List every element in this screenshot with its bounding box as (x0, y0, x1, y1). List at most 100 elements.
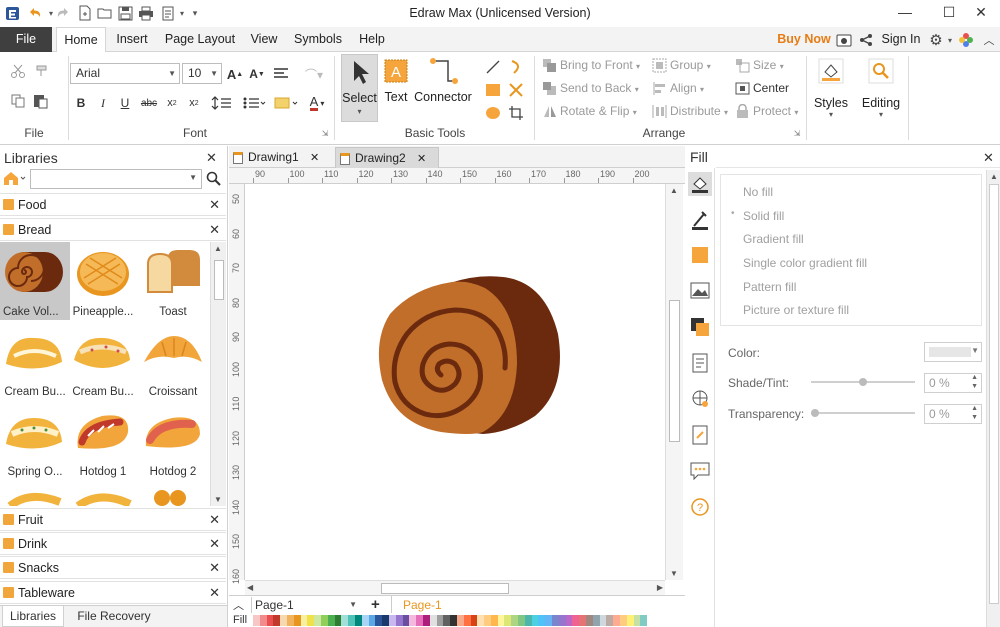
protect-button[interactable]: Protect ▾ (753, 104, 798, 118)
search-icon[interactable] (206, 171, 222, 187)
close-category-icon[interactable]: ✕ (209, 536, 220, 552)
library-scrollbar[interactable]: ▲ ▼ (210, 242, 226, 506)
spin-arrows-icon[interactable]: ▲ ▼ (971, 404, 978, 422)
close-category-icon[interactable]: ✕ (209, 512, 220, 528)
color-swatch[interactable] (613, 615, 621, 626)
page-selector[interactable]: Page-1 ▼ (251, 597, 361, 613)
tab-help[interactable]: Help (354, 27, 390, 52)
align-button[interactable]: Align ▾ (670, 81, 704, 95)
attachment-icon[interactable] (689, 424, 711, 446)
radio-selected-dot-icon[interactable]: • (731, 208, 735, 219)
shape-hotdog-1[interactable]: Hotdog 1 (68, 402, 138, 480)
tab-insert[interactable]: Insert (110, 27, 154, 52)
color-swatch[interactable] (382, 615, 389, 626)
tab-view[interactable]: View (246, 27, 282, 52)
color-swatch[interactable] (592, 615, 600, 626)
color-swatch[interactable] (422, 615, 430, 626)
collapse-ribbon-icon[interactable]: ︿ (980, 31, 998, 49)
select-button[interactable]: Select ▾ (341, 54, 378, 122)
layers-icon[interactable] (689, 316, 711, 338)
bold-icon[interactable]: B (73, 94, 89, 112)
library-category-bread[interactable]: Bread ✕ (0, 218, 226, 241)
editing-button[interactable]: Editing ▾ (858, 56, 904, 134)
color-swatch[interactable] (395, 615, 403, 626)
text-tool-button[interactable]: A Text (380, 54, 412, 114)
line-spacing-icon[interactable]: ⌒▾ (300, 64, 328, 84)
color-swatch[interactable] (579, 615, 587, 626)
shape-pineapple-bun[interactable]: Pineapple... (68, 242, 138, 320)
size-icon[interactable] (734, 57, 750, 73)
color-swatch[interactable] (327, 615, 335, 626)
document-tab-drawing1[interactable]: Drawing1 ✕ (233, 147, 333, 168)
fill-panel-scrollbar[interactable]: ▲ (986, 170, 1000, 627)
tab-symbols[interactable]: Symbols (290, 27, 346, 52)
paste-icon[interactable] (30, 92, 52, 110)
distribute-button[interactable]: Distribute ▾ (670, 104, 728, 118)
copy-icon[interactable] (8, 92, 28, 110)
font-dialog-launcher-icon[interactable]: ⇲ (320, 128, 330, 138)
color-swatch[interactable] (640, 615, 648, 626)
color-swatch[interactable] (545, 615, 553, 626)
shade-tint-spinbox[interactable]: 0 % ▲ ▼ (924, 373, 982, 393)
close-category-icon[interactable]: ✕ (209, 222, 220, 238)
connector-button[interactable]: Connector (414, 54, 472, 114)
document-tab-drawing2[interactable]: Drawing2 ✕ (335, 147, 439, 168)
close-fill-panel-icon[interactable]: ✕ (983, 150, 994, 166)
library-search-input[interactable]: ▼ (30, 169, 202, 189)
fill-option-picture-texture[interactable]: Picture or texture fill (743, 303, 849, 317)
close-category-icon[interactable]: ✕ (209, 197, 220, 213)
cross-tool-icon[interactable] (507, 81, 525, 99)
transparency-slider[interactable] (811, 412, 915, 414)
spin-arrows-icon[interactable]: ▲ ▼ (971, 373, 978, 391)
color-swatches[interactable] (253, 615, 653, 626)
color-swatch[interactable] (504, 615, 512, 626)
share-icon[interactable] (857, 31, 875, 49)
color-swatch[interactable] (524, 615, 532, 626)
color-swatch[interactable] (518, 615, 525, 626)
shape-spring-onion-bun[interactable]: Spring O... (0, 402, 70, 480)
comments-icon[interactable] (689, 460, 711, 482)
fill-option-pattern-fill[interactable]: Pattern fill (743, 280, 796, 294)
close-libraries-icon[interactable]: ✕ (206, 150, 217, 166)
color-swatch[interactable] (314, 615, 321, 626)
canvas-horizontal-scrollbar[interactable]: ◀ ▶ (245, 580, 665, 595)
ellipse-tool-icon[interactable] (484, 104, 502, 122)
line-style-icon[interactable] (688, 208, 712, 232)
close-category-icon[interactable]: ✕ (209, 560, 220, 576)
page-bar-collapse-icon[interactable]: ︿ (233, 597, 244, 613)
page-properties-icon[interactable] (689, 352, 711, 374)
library-home-icon[interactable] (3, 170, 27, 188)
font-name-combobox[interactable]: Arial ▼ (70, 63, 180, 84)
cake-roll-shape[interactable] (245, 184, 665, 580)
shadow-tool-icon[interactable] (689, 244, 711, 266)
styles-button[interactable]: Styles ▾ (812, 56, 850, 134)
close-window-icon[interactable]: ✕ (962, 0, 1000, 24)
close-tab-icon[interactable]: ✕ (417, 153, 426, 165)
superscript-icon[interactable]: x2 (185, 94, 203, 112)
minimize-icon[interactable]: — (886, 0, 924, 24)
color-swatch[interactable] (531, 615, 539, 626)
theme-flower-icon[interactable] (957, 31, 975, 49)
bring-to-front-icon[interactable] (541, 57, 557, 73)
color-swatch[interactable] (341, 615, 349, 626)
fill-option-no-fill[interactable]: No fill (743, 185, 773, 199)
cut-icon[interactable] (8, 62, 28, 80)
group-icon[interactable] (651, 57, 667, 73)
color-swatch[interactable] (565, 615, 573, 626)
font-color-icon[interactable]: A ▾ (304, 94, 330, 112)
center-button[interactable]: Center (753, 81, 789, 95)
add-page-icon[interactable]: + (371, 596, 380, 613)
color-swatch[interactable] (511, 615, 519, 626)
buy-now-link[interactable]: Buy Now (776, 27, 832, 52)
rotate-flip-icon[interactable] (541, 103, 557, 119)
color-swatch[interactable] (633, 615, 641, 626)
page-tab-active[interactable]: Page-1 (403, 598, 442, 612)
color-swatch[interactable] (558, 615, 566, 626)
strikethrough-icon[interactable]: abc (139, 94, 159, 112)
arc-tool-icon[interactable] (507, 58, 525, 76)
group-button[interactable]: Group ▾ (670, 58, 711, 72)
scroll-up-icon[interactable]: ▲ (990, 172, 998, 181)
grow-font-icon[interactable]: A ▲ (226, 64, 244, 84)
protect-lock-icon[interactable] (734, 103, 750, 119)
paragraph-align-icon[interactable] (271, 64, 293, 84)
